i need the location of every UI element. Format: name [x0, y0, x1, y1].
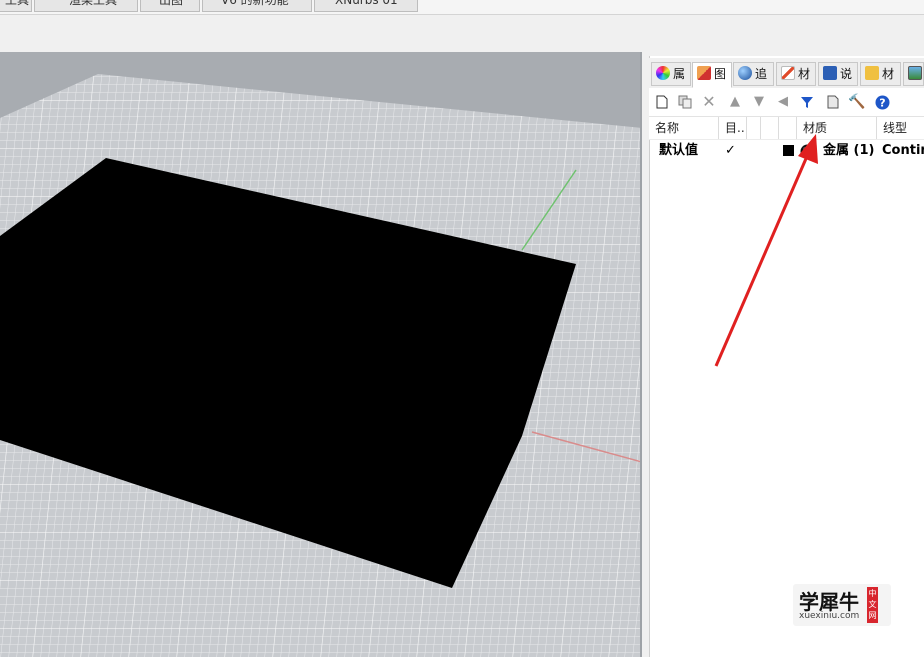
- watermark-logo: 学犀牛 xuexiniu.com 中文网: [793, 584, 891, 626]
- viewport-perspective[interactable]: [0, 52, 642, 657]
- viewport-border: [640, 52, 642, 657]
- watermark-badge: 中文网: [867, 587, 878, 623]
- toolbar-area: [0, 14, 924, 53]
- document-icon[interactable]: [825, 94, 841, 110]
- tab-library[interactable]: 材: [860, 62, 901, 86]
- svg-text:?: ?: [879, 96, 885, 109]
- tab-xnurbs[interactable]: XNurbs 01: [314, 0, 418, 12]
- properties-icon: [656, 66, 670, 80]
- panel-tabs: 属 图 追 材 说 材: [649, 58, 924, 88]
- materials-icon: [781, 66, 795, 80]
- tab-help[interactable]: 说: [818, 62, 858, 86]
- tab-render[interactable]: [903, 62, 924, 86]
- viewport-canvas[interactable]: [0, 52, 642, 657]
- layers-icon: [697, 66, 711, 80]
- render-icon: [908, 66, 922, 80]
- help-icon: [823, 66, 837, 80]
- help-circle-icon[interactable]: ?: [874, 94, 890, 110]
- layer-toolbar: ✕ ▲ ▼ ◀ 🔨 ?: [649, 88, 924, 117]
- tab-output[interactable]: 出图: [140, 0, 200, 12]
- tab-layers[interactable]: 图: [692, 62, 732, 88]
- move-left-icon[interactable]: ◀: [775, 94, 791, 110]
- layer-name: 默认值: [659, 143, 699, 158]
- tools-icon[interactable]: 🔨: [848, 94, 865, 110]
- tab-tools[interactable]: 工具: [0, 0, 32, 12]
- tab-render-tools[interactable]: 渲染工具: [34, 0, 138, 12]
- new-layer-icon[interactable]: [654, 94, 670, 110]
- tab-v6-new[interactable]: V6 的新功能: [202, 0, 312, 12]
- col-linetype[interactable]: 线型: [877, 117, 924, 139]
- watermark-url: xuexiniu.com: [799, 611, 860, 621]
- delete-icon[interactable]: ✕: [701, 94, 717, 110]
- new-sublayer-icon[interactable]: [677, 94, 693, 110]
- layer-material[interactable]: 金属 (1): [823, 140, 874, 162]
- move-down-icon[interactable]: ▼: [751, 94, 767, 110]
- annotation-arrow: [714, 134, 818, 367]
- tab-materials[interactable]: 材: [776, 62, 816, 86]
- folder-icon: [865, 66, 879, 80]
- tab-properties[interactable]: 属: [651, 62, 691, 86]
- move-up-icon[interactable]: ▲: [727, 94, 743, 110]
- display-icon: [738, 66, 752, 80]
- top-tab-strip: 工具 渲染工具 出图 V6 的新功能 XNurbs 01: [0, 0, 924, 14]
- filter-icon[interactable]: [799, 94, 815, 110]
- layer-linetype[interactable]: Contin: [882, 140, 924, 162]
- tab-display[interactable]: 追: [733, 62, 774, 86]
